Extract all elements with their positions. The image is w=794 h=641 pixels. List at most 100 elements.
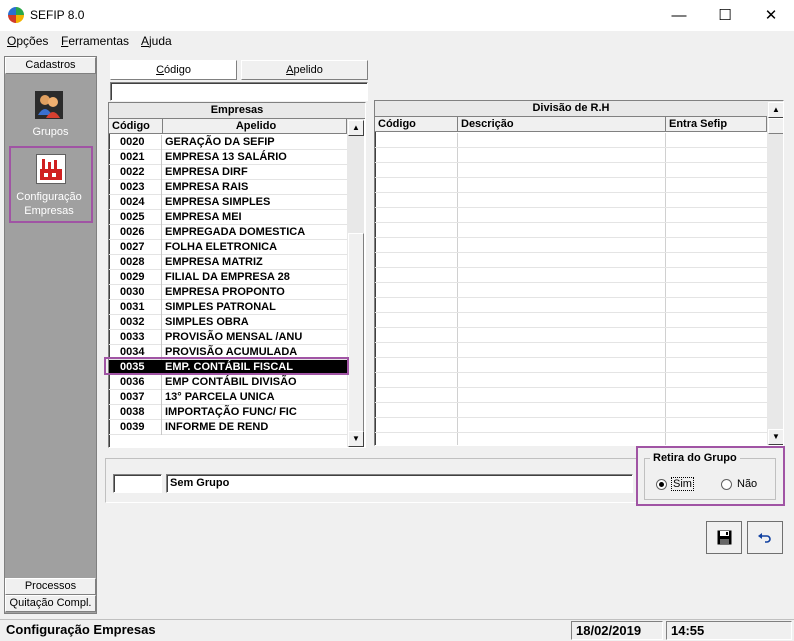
table-row[interactable]: 0033 PROVISÃO MENSAL /ANU: [109, 330, 347, 345]
app-icon: [8, 7, 24, 23]
table-row[interactable]: 0038 IMPORTAÇÃO FUNC/ FIC: [109, 405, 347, 420]
column-header-apelido[interactable]: Apelido: [163, 119, 347, 134]
cell-apelido: EMPRESA MEI: [165, 211, 242, 223]
table-row[interactable]: 0028 EMPRESA MATRIZ: [109, 255, 347, 270]
table-row[interactable]: 0032 SIMPLES OBRA: [109, 315, 347, 330]
cell-codigo: 0024: [109, 195, 162, 210]
table-row[interactable]: [375, 178, 767, 193]
table-row[interactable]: 0031 SIMPLES PATRONAL: [109, 300, 347, 315]
cell-codigo: 0029: [109, 270, 162, 285]
table-row[interactable]: [375, 208, 767, 223]
table-row[interactable]: 0026 EMPREGADA DOMESTICA: [109, 225, 347, 240]
table-row[interactable]: [375, 358, 767, 373]
sidebar-item-grupos[interactable]: Grupos: [5, 126, 96, 138]
scroll-down-icon[interactable]: ▼: [768, 429, 783, 445]
table-row[interactable]: [375, 373, 767, 388]
table-row[interactable]: [375, 328, 767, 343]
menu-ajuda[interactable]: Ajuda: [141, 34, 172, 48]
table-row[interactable]: [375, 223, 767, 238]
sidebar-item-quitacao[interactable]: Quitação Compl.: [5, 595, 96, 612]
column-header-codigo[interactable]: Código: [109, 119, 163, 134]
table-row[interactable]: [375, 253, 767, 268]
table-row[interactable]: [375, 418, 767, 433]
empresas-grid: Empresas Código Apelido 0020 GERAÇÃO DA S…: [108, 102, 366, 448]
table-row[interactable]: 0022 EMPRESA DIRF: [109, 165, 347, 180]
table-row[interactable]: 0023 EMPRESA RAIS: [109, 180, 347, 195]
table-row[interactable]: 0037 13° PARCELA UNICA: [109, 390, 347, 405]
table-row[interactable]: 0039 INFORME DE REND: [109, 420, 347, 435]
grupo-code-field[interactable]: [113, 474, 162, 493]
table-row[interactable]: [375, 163, 767, 178]
table-row[interactable]: [375, 283, 767, 298]
radio-nao[interactable]: [721, 479, 732, 490]
selected-row-highlight: [104, 357, 349, 375]
cell-codigo: 0038: [109, 405, 162, 420]
table-row[interactable]: 0030 EMPRESA PROPONTO: [109, 285, 347, 300]
cell-codigo: 0028: [109, 255, 162, 270]
table-row[interactable]: [375, 268, 767, 283]
cell-codigo: 0022: [109, 165, 162, 180]
table-row[interactable]: 0025 EMPRESA MEI: [109, 210, 347, 225]
table-row[interactable]: 0036 EMP CONTÁBIL DIVISÃO: [109, 375, 347, 390]
minimize-button[interactable]: —: [656, 0, 702, 31]
table-row[interactable]: [375, 133, 767, 148]
tab-apelido[interactable]: Apelido: [241, 60, 368, 80]
menu-opcoes[interactable]: Opções: [7, 34, 48, 48]
sidebar-item-configuracao-empresas[interactable]: Configuração Empresas: [9, 146, 93, 223]
table-row[interactable]: [375, 343, 767, 358]
cell-apelido: FILIAL DA EMPRESA 28: [165, 271, 290, 283]
cell-codigo: 0025: [109, 210, 162, 225]
save-button[interactable]: [706, 521, 742, 554]
cell-apelido: 13° PARCELA UNICA: [165, 391, 275, 403]
table-row[interactable]: 0020 GERAÇÃO DA SEFIP: [109, 135, 347, 150]
factory-icon: [36, 154, 66, 184]
scroll-thumb[interactable]: [768, 118, 783, 134]
cell-codigo: 0030: [109, 285, 162, 300]
cell-apelido: EMPRESA 13 SALÁRIO: [165, 151, 287, 163]
cell-apelido: FOLHA ELETRONICA: [165, 241, 278, 253]
table-row[interactable]: 0024 EMPRESA SIMPLES: [109, 195, 347, 210]
table-row[interactable]: 0029 FILIAL DA EMPRESA 28: [109, 270, 347, 285]
radio-sim-label[interactable]: Sim: [671, 477, 694, 491]
table-row[interactable]: 0027 FOLHA ELETRONICA: [109, 240, 347, 255]
scroll-up-icon[interactable]: ▲: [348, 120, 364, 136]
sidebar-header-cadastros[interactable]: Cadastros: [5, 57, 96, 74]
table-row[interactable]: [375, 238, 767, 253]
close-button[interactable]: ✕: [748, 0, 794, 31]
retira-grupo-box: Retira do Grupo Sim Não: [636, 446, 785, 506]
table-row[interactable]: [375, 403, 767, 418]
tab-codigo[interactable]: Código: [110, 60, 237, 80]
undo-button[interactable]: [747, 521, 783, 554]
cell-apelido: EMPRESA MATRIZ: [165, 256, 263, 268]
save-icon: [717, 530, 732, 545]
divisao-scrollbar[interactable]: [767, 101, 783, 445]
radio-sim[interactable]: [656, 479, 667, 490]
cell-codigo: 0037: [109, 390, 162, 405]
scroll-down-icon[interactable]: ▼: [348, 431, 364, 447]
maximize-button[interactable]: ☐: [702, 0, 748, 31]
users-icon[interactable]: [35, 91, 63, 119]
table-row[interactable]: [375, 298, 767, 313]
column-header-descricao[interactable]: Descrição: [458, 117, 666, 132]
menu-ferramentas[interactable]: Ferramentas: [61, 34, 129, 48]
table-row[interactable]: [375, 388, 767, 403]
grupo-name-field[interactable]: Sem Grupo: [166, 474, 633, 493]
status-time: 14:55: [666, 621, 792, 640]
column-header-codigo[interactable]: Código: [375, 117, 458, 132]
cell-codigo: 0033: [109, 330, 162, 345]
scroll-thumb[interactable]: [348, 233, 364, 433]
cell-apelido: SIMPLES PATRONAL: [165, 301, 276, 313]
divisao-grid: Divisão de R.H Código Descrição Entra Se…: [374, 100, 784, 446]
sidebar-item-processos[interactable]: Processos: [5, 578, 96, 595]
cell-apelido: INFORME DE REND: [165, 421, 269, 433]
column-header-entra-sefip[interactable]: Entra Sefip: [666, 117, 767, 132]
radio-nao-label[interactable]: Não: [737, 478, 757, 490]
table-row[interactable]: [375, 148, 767, 163]
cell-apelido: SIMPLES OBRA: [165, 316, 249, 328]
table-row[interactable]: 0021 EMPRESA 13 SALÁRIO: [109, 150, 347, 165]
scroll-up-icon[interactable]: ▲: [768, 102, 783, 118]
table-row[interactable]: [375, 193, 767, 208]
search-input[interactable]: [110, 82, 368, 101]
cell-apelido: IMPORTAÇÃO FUNC/ FIC: [165, 406, 297, 418]
table-row[interactable]: [375, 313, 767, 328]
